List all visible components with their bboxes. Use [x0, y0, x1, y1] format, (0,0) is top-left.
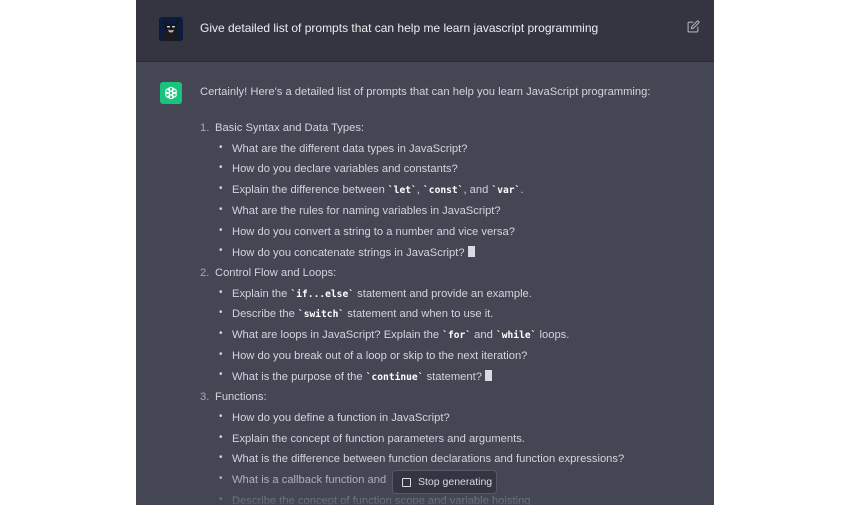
bullet-icon: • — [219, 245, 223, 257]
bullet-icon: • — [219, 141, 223, 153]
text-run: statement and provide an example. — [354, 287, 532, 300]
bullet-icon: • — [219, 203, 223, 215]
section-number: 1. — [200, 122, 210, 134]
text-run: Explain the concept of function paramete… — [232, 432, 525, 445]
list-item-text: What is a callback function and — [232, 474, 386, 486]
inline-code: `const` — [423, 185, 464, 197]
assistant-message: Certainly! Here's a detailed list of pro… — [136, 62, 714, 505]
bullet-icon: • — [219, 224, 223, 236]
bullet-icon: • — [219, 348, 223, 360]
bullet-icon: • — [219, 328, 223, 339]
list-item-text: How do you declare variables and constan… — [232, 163, 458, 175]
list-item-text: How do you break out of a loop or skip t… — [232, 350, 527, 362]
section-title: Functions: — [215, 391, 267, 404]
inline-code: `switch` — [297, 309, 345, 321]
openai-logo-icon — [160, 82, 182, 104]
list-item-text: What is the difference between function … — [232, 453, 624, 465]
list-item-text: Explain the difference between `let`, `c… — [232, 184, 523, 196]
edit-icon[interactable] — [687, 20, 701, 34]
text-run: What are the rules for naming variables … — [232, 204, 501, 217]
typing-cursor — [484, 370, 492, 382]
section-number: 2. — [200, 266, 210, 279]
text-run: Explain the — [232, 287, 291, 300]
text-run: How do you convert a string to a number … — [232, 225, 515, 238]
list-item-text: What are loops in JavaScript? Explain th… — [232, 329, 569, 341]
list-item-text: What are the rules for naming variables … — [232, 205, 501, 217]
text-run: What are loops in JavaScript? Explain th… — [232, 329, 443, 341]
text-run: Describe the — [232, 308, 298, 321]
inline-code: `for` — [442, 330, 472, 341]
text-run: statement and when to use it. — [344, 308, 494, 321]
text-run: What is a callback function and — [232, 473, 387, 486]
typing-cursor — [467, 246, 475, 258]
list-item-text: What are the different data types in Jav… — [232, 143, 467, 155]
bullet-icon: • — [219, 183, 223, 195]
text-run: What is the purpose of the — [232, 371, 366, 384]
bullet-icon: • — [219, 431, 223, 443]
bullet-icon: • — [219, 162, 223, 174]
inline-code: `continue` — [365, 372, 424, 384]
text-run: How do you concatenate strings in JavaSc… — [232, 247, 465, 260]
section-title: Basic Syntax and Data Types: — [215, 122, 365, 134]
list-item-text: Describe the `switch` statement and when… — [232, 308, 493, 320]
text-run: and — [471, 329, 496, 341]
section-title: Control Flow and Loops: — [215, 266, 337, 279]
inline-code: `var` — [491, 185, 521, 197]
text-run: How do you declare variables and constan… — [232, 163, 458, 176]
list-item-text: Describe the concept of function scope a… — [232, 495, 531, 505]
inline-code: `while` — [495, 330, 537, 341]
list-item-text: How do you concatenate strings in JavaSc… — [232, 246, 475, 259]
bullet-icon: • — [219, 286, 223, 298]
list-item-text: Explain the concept of function paramete… — [232, 433, 525, 445]
avatar-icon — [159, 17, 183, 41]
text-run: How do you break out of a loop or skip t… — [232, 349, 528, 362]
bullet-icon: • — [219, 452, 223, 464]
text-run: statement? — [423, 371, 482, 384]
list-item-text: What is the purpose of the `continue` st… — [232, 370, 492, 383]
bullet-icon: • — [219, 369, 223, 381]
text-run: What is the difference between function … — [232, 453, 625, 466]
user-message-text: Give detailed list of prompts that can h… — [200, 21, 599, 35]
list-item-text: How do you convert a string to a number … — [232, 226, 515, 238]
assistant-intro: Certainly! Here's a detailed list of pro… — [200, 86, 651, 98]
list-item-text: How do you define a function in JavaScri… — [232, 412, 450, 424]
text-run: Describe the concept of function scope a… — [232, 494, 531, 505]
text-run: What are the different data types in Jav… — [232, 142, 468, 155]
bullet-icon: • — [219, 472, 223, 484]
text-run: Explain the difference between — [232, 184, 388, 197]
stop-generating-label: Stop generating — [418, 476, 493, 488]
list-item-text: Explain the `if...else` statement and pr… — [232, 288, 532, 300]
text-run: How do you define a function in JavaScri… — [232, 411, 450, 424]
stop-generating-button[interactable]: Stop generating — [392, 470, 497, 494]
text-run: . — [520, 184, 524, 197]
inline-code: `let` — [387, 185, 417, 197]
section-number: 3. — [200, 391, 210, 404]
inline-code: `if...else` — [290, 288, 355, 300]
user-message: Give detailed list of prompts that can h… — [136, 0, 714, 62]
text-run: , and — [463, 184, 492, 197]
bullet-icon: • — [219, 493, 223, 505]
bullet-icon: • — [219, 410, 223, 422]
stop-icon — [402, 477, 411, 487]
bullet-icon: • — [219, 307, 223, 319]
chat-window: Give detailed list of prompts that can h… — [136, 0, 714, 505]
text-run: loops. — [536, 329, 570, 341]
